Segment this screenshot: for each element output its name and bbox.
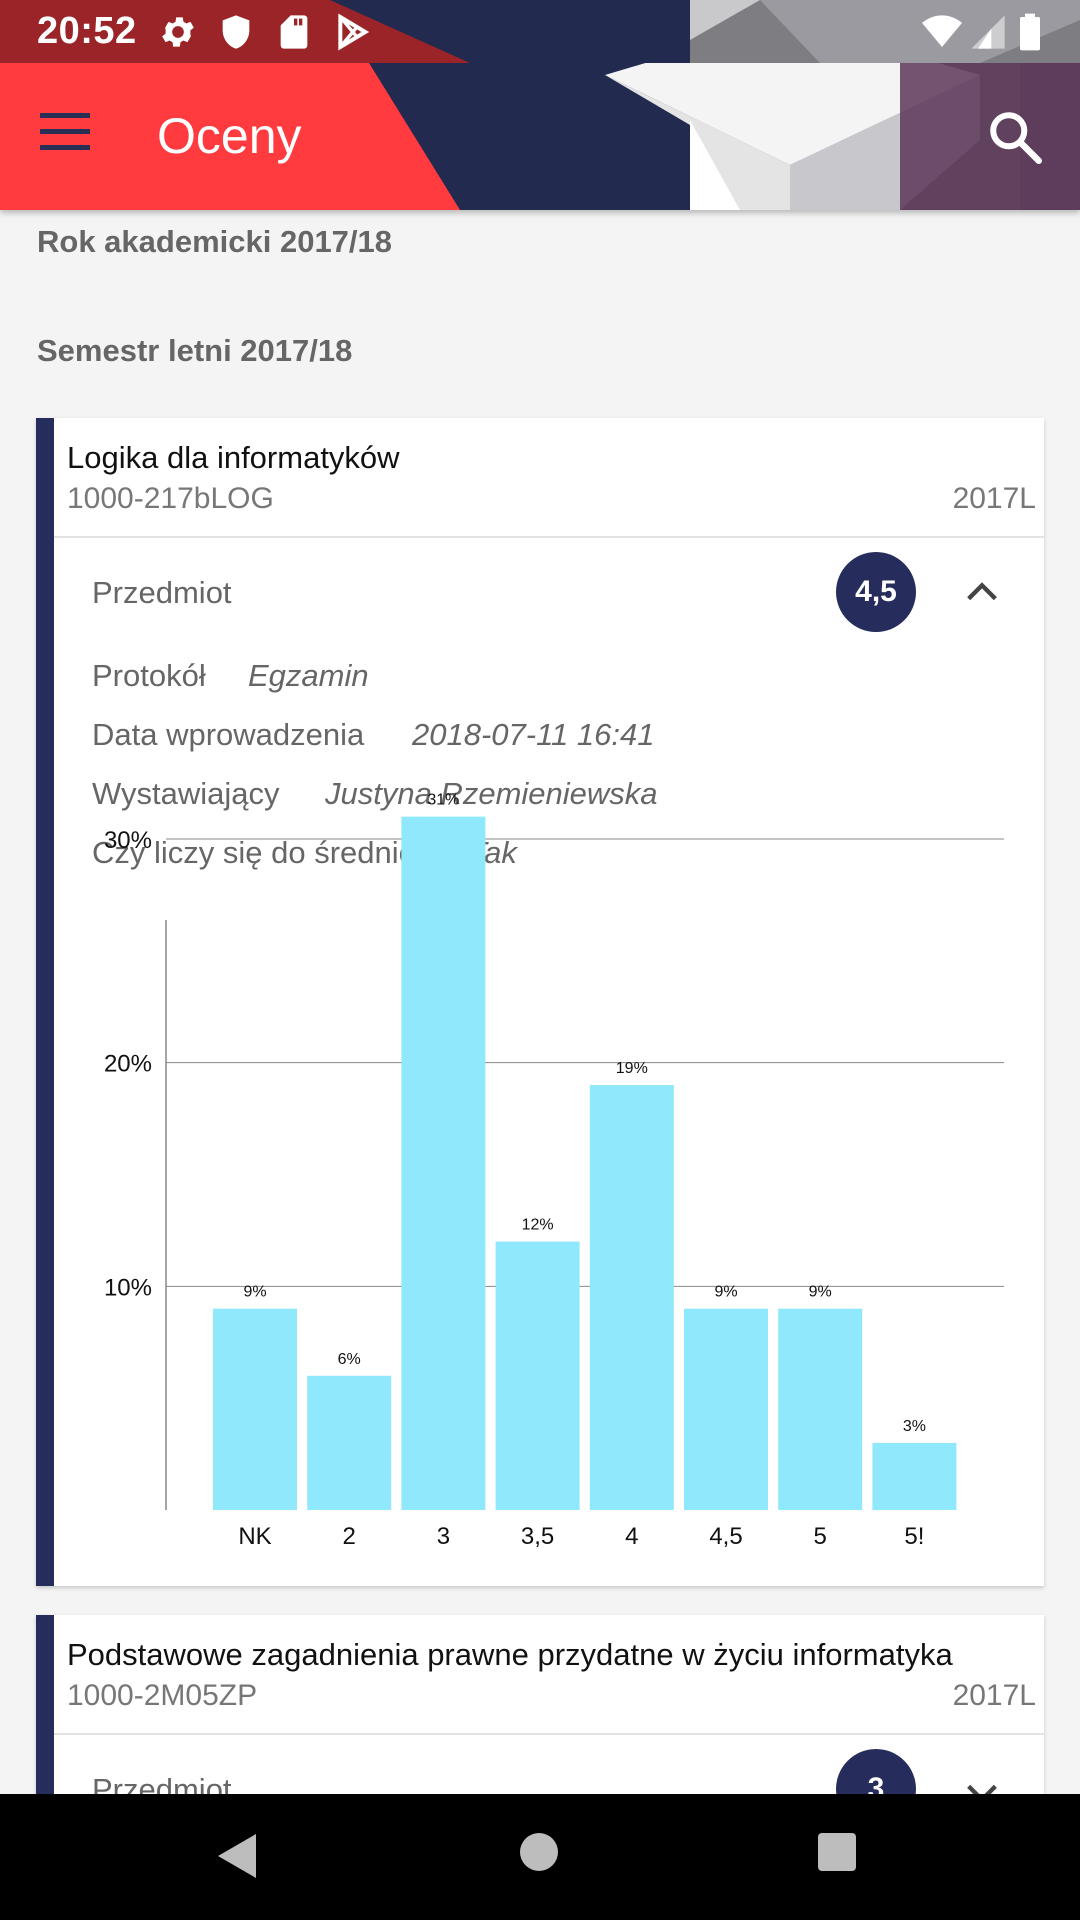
bar-value-label: 12% <box>522 1217 554 1234</box>
page-title: Oceny <box>157 108 302 164</box>
grade-distribution-chart: 10% 20% 30% 9% NK 6% 2 31% 3 12% 3,5 19% 4 9% 4,5 9% 5 3%… <box>104 792 1004 1550</box>
hamburger-menu-icon <box>40 113 90 118</box>
sd-card-icon <box>280 15 308 49</box>
academic-year-heading: Rok akademicki 2017/18 <box>37 224 393 259</box>
course-card[interactable]: Logika dla informatyków 1000-217bLOG 201… <box>36 418 1044 1586</box>
x-tick-label: 3,5 <box>521 1523 554 1550</box>
search-icon[interactable] <box>985 107 1045 167</box>
y-tick-label: 10% <box>104 1274 152 1301</box>
card-divider <box>54 1733 1044 1735</box>
system-navigation-bar <box>0 1794 1080 1920</box>
course-name: Podstawowe zagadnienia prawne przydatne … <box>67 1637 953 1672</box>
course-code: 1000-2M05ZP <box>67 1679 258 1712</box>
bar <box>495 1241 580 1510</box>
bar-value-label: 19% <box>616 1060 648 1077</box>
bar-value-label: 6% <box>338 1351 361 1368</box>
bar <box>778 1308 863 1510</box>
back-icon[interactable] <box>216 1832 260 1880</box>
x-tick-label: NK <box>238 1523 271 1550</box>
shield-icon <box>222 15 250 49</box>
play-store-icon <box>338 13 370 51</box>
y-tick-label: 30% <box>104 827 152 854</box>
signal-icon <box>971 15 1005 49</box>
x-tick-label: 4,5 <box>709 1523 742 1550</box>
bar <box>401 816 486 1510</box>
bar-value-label: 9% <box>714 1284 737 1301</box>
y-tick-label: 20% <box>104 1051 152 1078</box>
wifi-icon <box>922 15 962 48</box>
bar-value-label: 3% <box>903 1418 926 1435</box>
x-tick-label: 5! <box>904 1523 924 1550</box>
status-time: 20:52 <box>37 10 137 52</box>
x-tick-label: 4 <box>625 1523 638 1550</box>
bar <box>872 1442 957 1510</box>
home-icon[interactable] <box>520 1833 558 1871</box>
bar <box>684 1308 768 1510</box>
bar-value-label: 9% <box>243 1284 266 1301</box>
battery-icon <box>1020 13 1040 51</box>
bar <box>213 1308 297 1510</box>
semester-heading: Semestr letni 2017/18 <box>37 333 353 368</box>
bar <box>307 1375 392 1510</box>
x-tick-label: 3 <box>437 1523 450 1550</box>
bar-value-label: 9% <box>809 1284 832 1301</box>
x-tick-label: 5 <box>814 1523 827 1550</box>
course-term: 2017L <box>952 1679 1036 1712</box>
menu-button[interactable] <box>40 113 100 163</box>
gear-icon <box>162 17 194 47</box>
status-bar: 20:52 <box>0 0 1080 63</box>
bar-value-label: 31% <box>427 792 459 809</box>
app-bar: Oceny <box>0 63 1080 210</box>
recent-apps-icon[interactable] <box>818 1833 856 1871</box>
bar <box>589 1085 674 1510</box>
x-tick-label: 2 <box>343 1523 356 1550</box>
